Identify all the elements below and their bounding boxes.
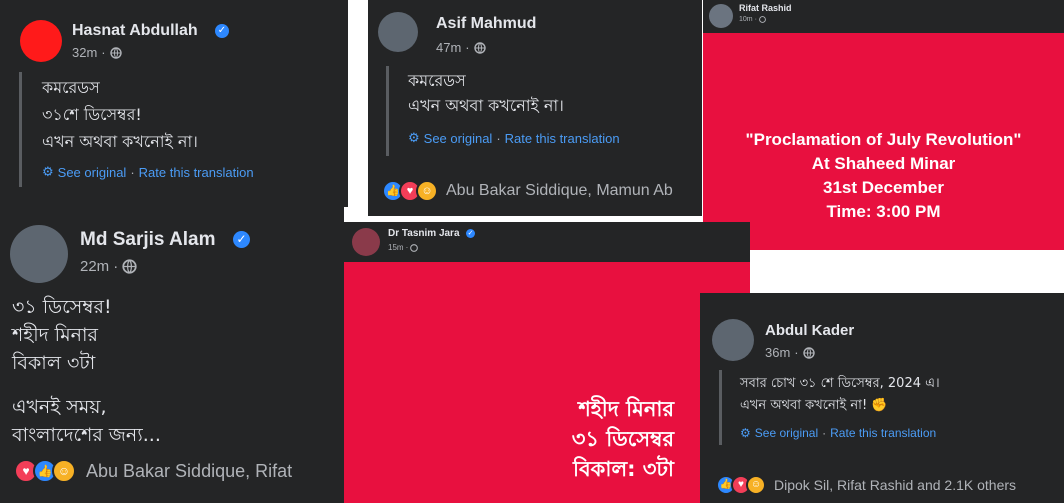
translation-quote (386, 66, 389, 156)
translation-bar: ⚙ See original · Rate this translation (42, 164, 254, 180)
globe-icon (410, 243, 419, 252)
separator: · (405, 243, 409, 252)
reactions-names: Abu Bakar Siddique, Mamun Ab (446, 182, 673, 199)
separator: · (822, 426, 827, 440)
author-name[interactable]: Hasnat Abdullah (72, 22, 198, 40)
gear-icon: ⚙ (740, 426, 751, 440)
separator: · (754, 16, 757, 23)
post-time[interactable]: 47m (436, 40, 461, 55)
globe-icon (759, 16, 766, 23)
post-time[interactable]: 22m (80, 258, 109, 275)
rate-translation-link[interactable]: Rate this translation (830, 426, 936, 440)
see-original-link[interactable]: See original (755, 426, 818, 440)
care-icon: ☺ (416, 180, 438, 202)
post-text: সবার চোখ ৩১ শে ডিসেম্বর, 2024 এ। এখন অথব… (740, 376, 940, 413)
post-asif-mahmud: Asif Mahmud 47m · কমরেডস এখন অথবা কখনোই … (368, 0, 702, 216)
avatar[interactable] (10, 225, 68, 283)
post-meta: 36m · (765, 345, 815, 360)
avatar[interactable] (352, 228, 380, 256)
reactions-bar[interactable]: 👍 ♥ ☺ Dipok Sil, Rifat Rashid and 2.1K o… (716, 475, 1016, 495)
author-name[interactable]: Dr Tasnim Jara (388, 228, 460, 239)
separator: · (130, 164, 135, 180)
reactions-names: Abu Bakar Siddique, Rifat (86, 460, 293, 481)
avatar[interactable] (20, 20, 62, 62)
post-image[interactable]: "Proclamation of July Revolution" At Sha… (703, 33, 1064, 250)
translation-bar: ⚙ See original · Rate this translation (408, 130, 620, 146)
separator: · (113, 258, 119, 275)
author-name[interactable]: Md Sarjis Alam (80, 229, 216, 251)
post-abdul-kader: Abdul Kader 36m · সবার চোখ ৩১ শে ডিসেম্ব… (700, 293, 1064, 503)
avatar[interactable] (712, 319, 754, 361)
rate-translation-link[interactable]: Rate this translation (505, 131, 620, 146)
post-sarjis-alam: Md Sarjis Alam ✓ 22m · ৩১ ডিসেম্বর! শহীদ… (0, 207, 344, 503)
rate-translation-link[interactable]: Rate this translation (139, 165, 254, 180)
reactions-bar[interactable]: 👍 ♥ ☺ Abu Bakar Siddique, Mamun Ab (382, 180, 673, 202)
translation-quote (19, 72, 22, 187)
globe-icon (473, 41, 486, 54)
post-time[interactable]: 10m (739, 16, 753, 23)
author-name[interactable]: Rifat Rashid (739, 3, 792, 13)
see-original-link[interactable]: See original (424, 131, 493, 146)
post-text: ৩১ ডিসেম্বর! শহীদ মিনার বিকাল ৩টা (12, 296, 112, 374)
post-time[interactable]: 15m (388, 243, 404, 252)
post-time[interactable]: 32m (72, 45, 97, 60)
gear-icon: ⚙ (42, 164, 54, 179)
post-text-2: এখনই সময়, বাংলাদেশের জন্য... (12, 396, 161, 446)
see-original-link[interactable]: See original (58, 165, 127, 180)
reactions-names: Dipok Sil, Rifat Rashid and 2.1K others (774, 477, 1017, 493)
gear-icon: ⚙ (408, 130, 420, 145)
image-text: "Proclamation of July Revolution" At Sha… (745, 130, 1022, 221)
post-rifat-rashid: Rifat Rashid 10m · (703, 0, 1064, 33)
translation-bar: ⚙ See original · Rate this translation (740, 426, 936, 440)
post-meta: 10m · (739, 16, 766, 23)
avatar[interactable] (709, 4, 733, 28)
separator: · (101, 45, 106, 60)
verified-icon: ✓ (215, 24, 229, 38)
globe-icon (122, 259, 137, 274)
avatar[interactable] (378, 12, 418, 52)
care-icon: ☺ (52, 459, 76, 483)
translation-quote (719, 370, 722, 445)
author-name[interactable]: Abdul Kader (765, 322, 854, 339)
post-meta: 47m · (436, 40, 486, 55)
post-hasnat-abdullah: Hasnat Abdullah ✓ 32m · কমরেডস ৩১শে ডিসে… (0, 0, 348, 207)
post-meta: 22m · (80, 258, 137, 275)
verified-icon: ✓ (466, 229, 475, 238)
verified-icon: ✓ (233, 231, 250, 248)
care-icon: ☺ (746, 475, 766, 495)
post-meta: 32m · (72, 45, 122, 60)
reactions-bar[interactable]: ♥ 👍 ☺ Abu Bakar Siddique, Rifat (14, 459, 292, 483)
author-name[interactable]: Asif Mahmud (436, 15, 536, 33)
post-time[interactable]: 36m (765, 345, 790, 360)
separator: · (496, 130, 501, 146)
post-meta: 15m · (388, 243, 419, 252)
separator: · (465, 40, 470, 55)
post-text: কমরেডস ৩১শে ডিসেম্বর! এখন অথবা কখনোই না। (42, 78, 198, 151)
globe-icon (109, 46, 122, 59)
post-text: কমরেডস এখন অথবা কখনোই না। (408, 71, 564, 115)
separator: · (794, 345, 799, 360)
post-tasnim-jara: Dr Tasnim Jara ✓ 15m · (344, 222, 750, 262)
globe-icon (802, 346, 815, 359)
post-image[interactable]: শহীদ মিনার ৩১ ডিসেম্বর বিকাল: ৩টা (344, 262, 750, 503)
image-text: শহীদ মিনার ৩১ ডিসেম্বর বিকাল: ৩টা (571, 397, 674, 481)
